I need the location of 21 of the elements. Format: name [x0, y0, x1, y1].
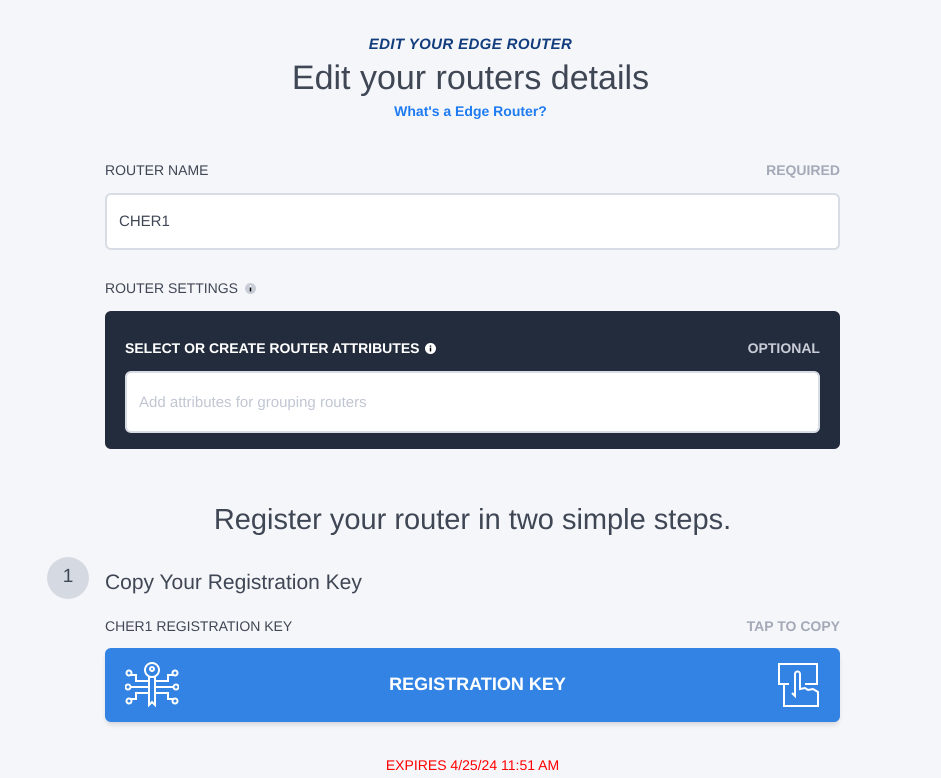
step-title: Copy Your Registration Key [105, 570, 362, 596]
step-number: 1 [47, 556, 89, 598]
field-label: ROUTER SETTINGS [105, 279, 238, 298]
info-icon [245, 283, 256, 294]
help-link[interactable]: What's a Edge Router? [394, 100, 547, 122]
attributes-input-field[interactable]: Add attributes for grouping routers [125, 371, 820, 433]
registration-key-button[interactable]: REGISTRATION KEY [105, 648, 840, 722]
key-circuit-icon [125, 660, 179, 708]
expiry-text: EXPIRES 4/25/24 11:51 AM [384, 756, 560, 774]
page-eyebrow: EDIT YOUR EDGE ROUTER [368, 35, 572, 55]
name-input-field[interactable]: CHER1 [105, 193, 840, 250]
page-title: Edit your routers details [292, 58, 650, 99]
panel-label: SELECT OR CREATE ROUTER ATTRIBUTES [125, 339, 420, 358]
copy-hint: TAP TO COPY [746, 616, 840, 636]
info-icon [424, 343, 436, 354]
required-hint: REQUIRED [766, 161, 840, 180]
optional-hint: OPTIONAL [748, 339, 820, 358]
section-heading: Register your router in two simple steps. [212, 503, 732, 538]
field-label: CHER1 REGISTRATION KEY [105, 616, 292, 636]
field-label: ROUTER NAME [105, 161, 208, 180]
tap-screen-icon [776, 662, 820, 708]
